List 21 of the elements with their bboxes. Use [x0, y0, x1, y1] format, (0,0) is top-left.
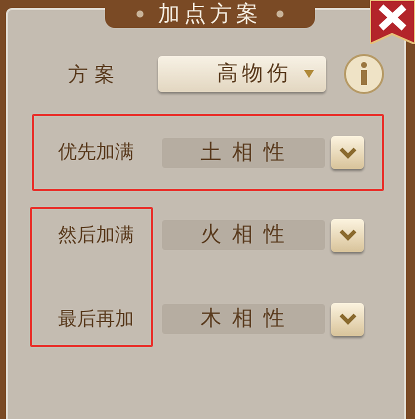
row-label: 优先加满: [57, 140, 135, 166]
attribute-field: 土 相 性: [162, 138, 325, 168]
attribute-field: 木 相 性: [162, 304, 325, 334]
chevron-down-icon: [338, 146, 356, 158]
rivet-icon: [276, 10, 284, 18]
close-icon: [370, 0, 415, 44]
dropdown-button[interactable]: [331, 218, 364, 252]
chevron-down-icon: [338, 313, 356, 325]
dropdown-button[interactable]: [331, 136, 364, 169]
chevron-down-icon: [338, 229, 356, 241]
window-title: 加点方案: [158, 0, 262, 28]
row-label: 然后加满: [57, 222, 135, 248]
scheme-label: 方 案: [67, 61, 116, 88]
dropdown-button[interactable]: [331, 302, 364, 336]
close-button[interactable]: [370, 0, 415, 44]
rivet-icon: [136, 10, 144, 18]
scheme-dropdown[interactable]: 高物伤: [158, 56, 326, 92]
attribute-field: 火 相 性: [162, 220, 325, 250]
row-label: 最后再加: [57, 306, 135, 332]
info-icon[interactable]: [344, 54, 384, 94]
caret-down-icon: [304, 70, 314, 78]
